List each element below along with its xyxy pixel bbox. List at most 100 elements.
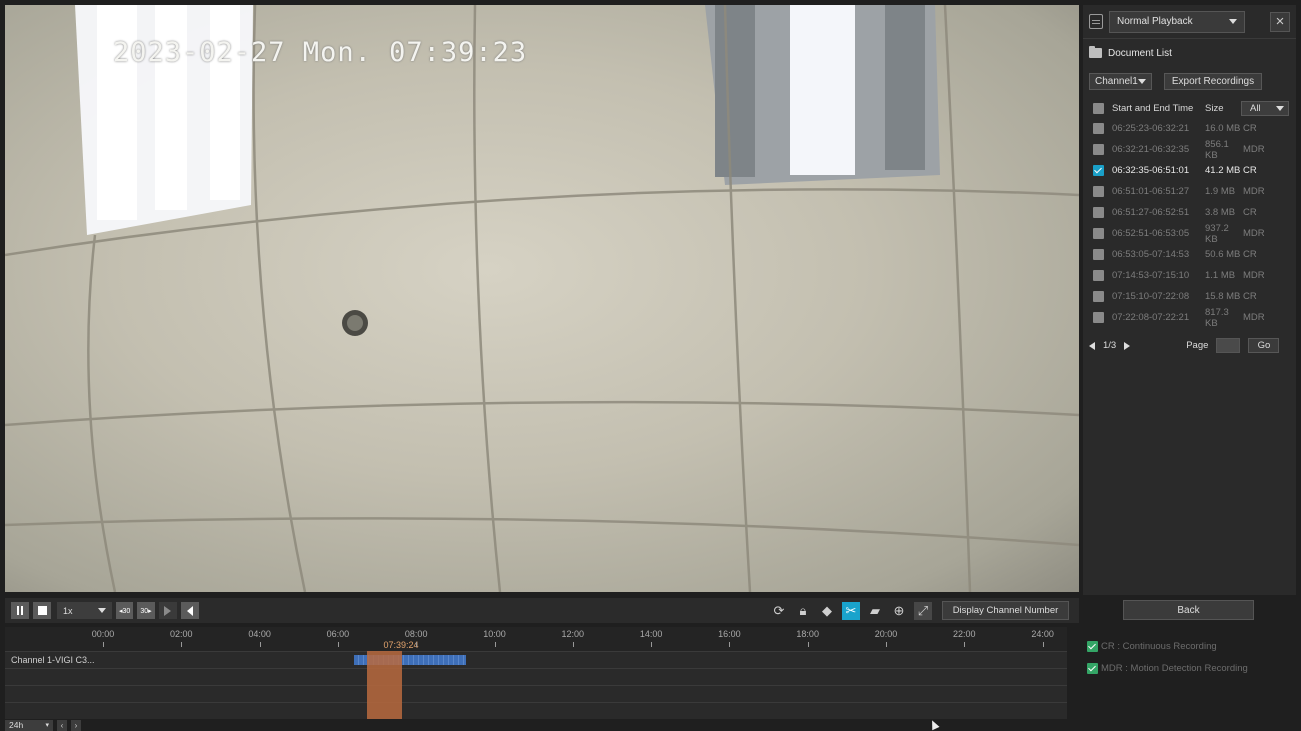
playback-window: 2023-02-27 Mon. 07:39:23 Normal Playback… bbox=[0, 0, 1301, 731]
tick-mark bbox=[181, 642, 183, 647]
list-item[interactable]: 06:25:23-06:32:21 16.0 MB CR bbox=[1083, 118, 1296, 139]
list-item[interactable]: 07:22:08-07:22:21 817.3 KB MDR bbox=[1083, 307, 1296, 329]
timeline-empty-row bbox=[5, 702, 1067, 719]
row-type: MDR bbox=[1243, 312, 1265, 323]
channel-select[interactable]: Channel1 bbox=[1089, 73, 1152, 90]
row-checkbox[interactable] bbox=[1093, 228, 1104, 239]
fullscreen-icon[interactable]: ⤢ bbox=[914, 601, 932, 620]
row-checkbox[interactable] bbox=[1093, 249, 1104, 260]
lock-icon[interactable]: 🔒︎ bbox=[794, 602, 812, 620]
display-channel-number-button[interactable]: Display Channel Number bbox=[942, 601, 1069, 620]
chevron-down-icon bbox=[98, 608, 106, 613]
timeline[interactable]: 07:39:24 00:00 02:00 04:00 06:00 08:00 10:00 1… bbox=[5, 627, 1067, 720]
row-size: 15.8 MB bbox=[1205, 291, 1241, 302]
tick-mark bbox=[1042, 642, 1044, 647]
playhead-cursor[interactable] bbox=[367, 651, 402, 720]
row-checkbox[interactable] bbox=[1093, 186, 1104, 197]
video-view[interactable]: 2023-02-27 Mon. 07:39:23 bbox=[5, 5, 1079, 592]
row-time: 07:14:53-07:15:10 bbox=[1112, 270, 1190, 281]
row-size: 937.2 KB bbox=[1205, 222, 1229, 245]
next-page-icon[interactable] bbox=[1124, 341, 1131, 350]
page-input[interactable] bbox=[1216, 338, 1241, 353]
legend-mdr: MDR : Motion Detection Recording bbox=[1087, 663, 1248, 674]
header-size: Size bbox=[1205, 102, 1224, 114]
channel-row-label: Channel 1-VIGI C3... bbox=[11, 655, 95, 665]
skip-forward-button[interactable]: 30▸ bbox=[137, 602, 155, 619]
row-checkbox[interactable] bbox=[1093, 123, 1104, 134]
list-item[interactable]: 06:53:05-07:14:53 50.6 MB CR bbox=[1083, 244, 1296, 265]
folder-save-icon[interactable]: ▰ bbox=[866, 602, 884, 620]
tick-mark bbox=[886, 642, 887, 647]
tag-icon[interactable]: ◆ bbox=[818, 602, 836, 620]
timeline-channel-row[interactable]: Channel 1-VIGI C3... bbox=[5, 651, 1067, 668]
document-list-title: Document List bbox=[1108, 47, 1172, 59]
timeline-zoom-select[interactable]: 24h ▾ bbox=[5, 719, 53, 731]
row-size: 1.9 MB bbox=[1205, 186, 1236, 197]
playback-toolbar: 1x ◂30 30▸ ⟳ 🔒︎ ◆ ✂ ▰ ⊕ ⤢ Display Channe… bbox=[5, 598, 1079, 623]
playback-mode-select[interactable]: Normal Playback bbox=[1109, 10, 1245, 33]
tick-label: 08:00 bbox=[404, 629, 428, 639]
chevron-right-icon[interactable]: › bbox=[71, 719, 81, 731]
tick-label: 18:00 bbox=[796, 629, 819, 639]
row-size: 3.8 MB bbox=[1205, 207, 1236, 218]
list-item[interactable]: 06:32:35-06:51:01 41.2 MB CR bbox=[1083, 160, 1296, 181]
list-item[interactable]: 07:15:10-07:22:08 15.8 MB CR bbox=[1083, 286, 1296, 307]
chevron-down-icon bbox=[1276, 105, 1284, 111]
back-button[interactable]: Back bbox=[1123, 600, 1254, 620]
timeline-empty-row bbox=[5, 668, 1067, 685]
row-checkbox[interactable] bbox=[1093, 165, 1104, 176]
row-type: CR bbox=[1243, 207, 1257, 218]
scissors-icon[interactable]: ✂ bbox=[842, 601, 860, 620]
legend-mdr-label: MDR : Motion Detection Recording bbox=[1101, 663, 1248, 674]
chevron-down-icon bbox=[1138, 79, 1146, 84]
frame-step-button[interactable] bbox=[158, 602, 177, 619]
list-item[interactable]: 06:52:51-06:53:05 937.2 KB MDR bbox=[1083, 222, 1296, 245]
row-checkbox[interactable] bbox=[1093, 144, 1104, 155]
stop-button[interactable] bbox=[33, 602, 51, 619]
pause-button[interactable] bbox=[11, 602, 29, 619]
go-button[interactable]: Go bbox=[1248, 338, 1280, 353]
row-checkbox[interactable] bbox=[1093, 312, 1104, 323]
chevron-left-icon[interactable]: ‹ bbox=[57, 719, 67, 731]
history-icon[interactable]: ⟳ bbox=[770, 602, 788, 620]
legend-cr-checkbox[interactable] bbox=[1087, 641, 1098, 652]
row-checkbox[interactable] bbox=[1093, 291, 1104, 302]
chevron-down-icon: ▾ bbox=[45, 722, 49, 729]
tick-mark bbox=[259, 642, 261, 647]
row-time: 06:32:35-06:51:01 bbox=[1112, 165, 1190, 176]
side-top-bar: Normal Playback × bbox=[1083, 5, 1296, 39]
list-item[interactable]: 06:51:01-06:51:27 1.9 MB MDR bbox=[1083, 181, 1296, 202]
select-all-checkbox[interactable] bbox=[1093, 102, 1104, 114]
current-time-label: 07:39:24 bbox=[383, 640, 419, 650]
row-type: MDR bbox=[1243, 144, 1265, 155]
tick-label: 04:00 bbox=[248, 629, 271, 639]
close-icon[interactable]: × bbox=[1270, 11, 1290, 32]
tick-mark bbox=[494, 642, 496, 647]
tick-label: 10:00 bbox=[483, 629, 506, 639]
tick-mark bbox=[416, 642, 418, 647]
type-filter-select[interactable]: All bbox=[1241, 100, 1289, 116]
legend-cr: CR : Continuous Recording bbox=[1087, 641, 1217, 652]
export-recordings-button[interactable]: Export Recordings bbox=[1164, 73, 1262, 90]
volume-button[interactable] bbox=[180, 602, 199, 619]
document-list-header: Document List bbox=[1083, 39, 1296, 67]
legend-cr-label: CR : Continuous Recording bbox=[1101, 641, 1217, 652]
list-item[interactable]: 06:51:27-06:52:51 3.8 MB CR bbox=[1083, 202, 1296, 223]
row-checkbox[interactable] bbox=[1093, 207, 1104, 218]
list-header-row: Start and End Time Size All bbox=[1083, 98, 1296, 118]
skip-back-button[interactable]: ◂30 bbox=[116, 602, 134, 619]
row-size: 50.6 MB bbox=[1205, 249, 1241, 260]
list-item[interactable]: 07:14:53-07:15:10 1.1 MB MDR bbox=[1083, 265, 1296, 286]
legend-mdr-checkbox[interactable] bbox=[1087, 663, 1098, 674]
row-checkbox[interactable] bbox=[1093, 270, 1104, 281]
row-type: MDR bbox=[1243, 186, 1265, 197]
timeline-footer: 24h ▾ ‹ › bbox=[5, 719, 1067, 731]
speed-select[interactable]: 1x bbox=[57, 602, 112, 619]
timeline-ruler[interactable]: 07:39:24 00:00 02:00 04:00 06:00 08:00 10:00 1… bbox=[5, 627, 1067, 651]
zoom-in-icon[interactable]: ⊕ bbox=[890, 602, 908, 620]
ceiling-image bbox=[5, 5, 1079, 592]
tick-mark bbox=[337, 642, 339, 647]
tick-label: 12:00 bbox=[561, 629, 585, 639]
prev-page-icon[interactable] bbox=[1089, 341, 1095, 350]
list-item[interactable]: 06:32:21-06:32:35 856.1 KB MDR bbox=[1083, 139, 1296, 161]
